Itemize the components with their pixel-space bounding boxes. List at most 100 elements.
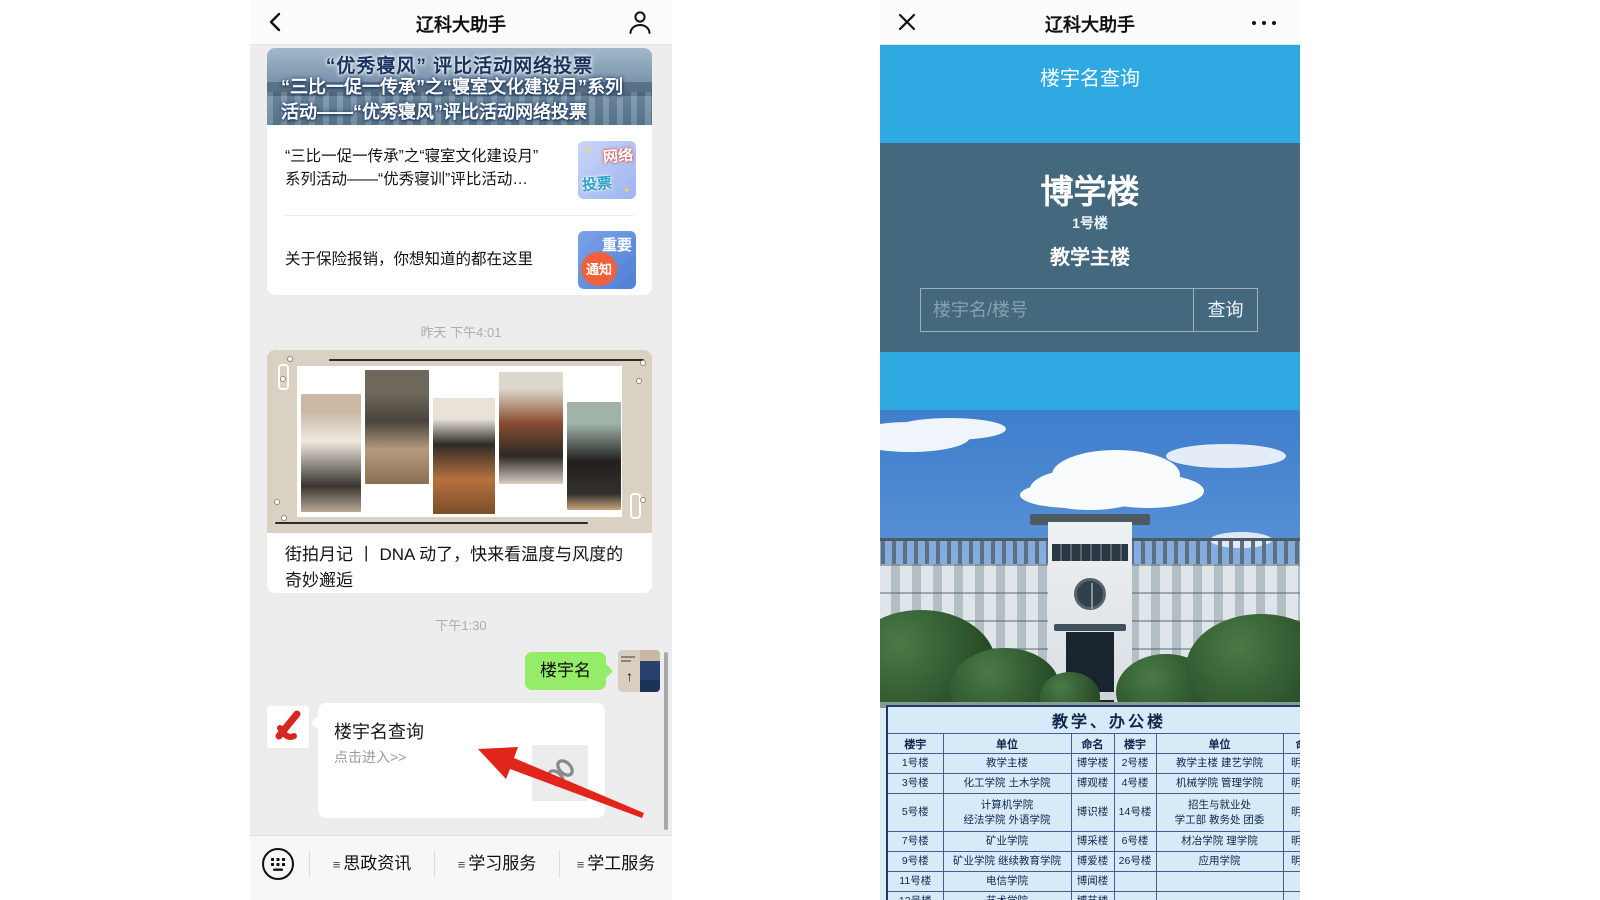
hero-subtitle-2: 活动——“优秀寝风”评比活动网络投票 bbox=[281, 98, 587, 124]
thumb-text: 重要 bbox=[602, 234, 632, 255]
table-cell: 博观楼 bbox=[1071, 774, 1114, 794]
webview-navbar: 辽科大助手 bbox=[880, 0, 1300, 45]
table-cell bbox=[1156, 872, 1283, 892]
building-search-input[interactable] bbox=[921, 289, 1193, 331]
table-cell: 1号楼 bbox=[887, 754, 943, 774]
notice-thumbnail: 重要 通知 bbox=[578, 231, 636, 289]
query-button[interactable]: 查询 bbox=[1193, 289, 1257, 331]
table-cell: 明礼楼 bbox=[1283, 852, 1300, 872]
table-cell: 明睿楼 bbox=[1283, 794, 1300, 832]
building-description: 教学主楼 bbox=[880, 241, 1300, 270]
table-cell: 9号楼 bbox=[887, 852, 943, 872]
photo-article-card[interactable]: 街拍月记 丨 DNA 动了，快来看温度与风度的奇妙邂逅 bbox=[267, 350, 652, 593]
table-title: 教学、办公楼 bbox=[887, 706, 1300, 734]
building-table: 教学、办公楼楼宇单位命名楼宇单位命名1号楼教学主楼博学楼2号楼教学主楼 建艺学院… bbox=[886, 705, 1300, 900]
profile-icon[interactable] bbox=[628, 10, 652, 35]
table-cell: 教学主楼 bbox=[943, 754, 1071, 774]
toolbar-menu-xuegong[interactable]: ≡学工服务 bbox=[560, 836, 672, 892]
article-list-item[interactable]: 关于保险报销，你想知道的都在这里 重要 通知 bbox=[267, 215, 652, 295]
article-item-title: 关于保险报销，你想知道的都在这里 bbox=[285, 248, 571, 271]
table-cell: 博闻楼 bbox=[1071, 872, 1114, 892]
article-list-item[interactable]: “三比一促一传承”之“寝室文化建设月” 系列活动——“优秀寝训”评比活动… ✦ … bbox=[267, 125, 652, 215]
chat-navbar: 辽科大助手 bbox=[250, 0, 672, 45]
table-cell: 博爱楼 bbox=[1071, 852, 1114, 872]
user-avatar[interactable]: ↑ bbox=[618, 650, 660, 692]
screenshot-stage: 辽科大助手 “优秀寝风” 评比活动网络投票 “三比一促一传承”之“寝室文化建设月… bbox=[0, 0, 1600, 900]
toolbar-menu-xuexi[interactable]: ≡学习服务 bbox=[435, 836, 559, 892]
star-icon: ✦ bbox=[584, 145, 592, 156]
table-cell: 5号楼 bbox=[887, 794, 943, 832]
page-title: 楼宇名查询 bbox=[880, 62, 1300, 91]
street-photo bbox=[499, 372, 563, 484]
table-header: 单位 bbox=[943, 734, 1071, 754]
divider bbox=[285, 215, 634, 216]
table-cell bbox=[1283, 892, 1300, 900]
query-result-panel: 博学楼 1号楼 教学主楼 查询 bbox=[880, 143, 1300, 352]
photo-article-caption: 街拍月记 丨 DNA 动了，快来看温度与风度的奇妙邂逅 bbox=[285, 542, 635, 593]
table-row: 7号楼矿业学院博采楼6号楼材冶学院 理学院明贤楼 bbox=[887, 832, 1300, 852]
table-header: 命名 bbox=[1283, 734, 1300, 754]
chat-scrollbar[interactable] bbox=[664, 652, 668, 830]
link-thumbnail bbox=[532, 745, 588, 801]
table-cell: 博识楼 bbox=[1071, 794, 1114, 832]
table-cell: 电信学院 bbox=[943, 872, 1071, 892]
table-cell: 明信楼 bbox=[1283, 774, 1300, 794]
table-cell: 博采楼 bbox=[1071, 832, 1114, 852]
table-cell: 教学主楼 建艺学院 bbox=[1156, 754, 1283, 774]
street-photo bbox=[301, 394, 361, 512]
reply-card-subtitle: 点击进入>> bbox=[334, 747, 406, 767]
keyboard-toggle-icon[interactable] bbox=[261, 847, 295, 881]
up-arrow-decoration: ↑ bbox=[626, 668, 633, 684]
page-header-band: 楼宇名查询 bbox=[880, 45, 1300, 143]
table-cell: 招生与就业处 学工部 教务处 团委 bbox=[1156, 794, 1283, 832]
table-cell: 4号楼 bbox=[1114, 774, 1156, 794]
street-photo bbox=[365, 370, 429, 484]
sent-message-row: 楼宇名 ↑ bbox=[250, 648, 672, 694]
table-cell: 机械学院 管理学院 bbox=[1156, 774, 1283, 794]
reply-card-title: 楼宇名查询 bbox=[334, 718, 424, 744]
table-cell: 明贤楼 bbox=[1283, 832, 1300, 852]
article-item-title: “三比一促一传承”之“寝室文化建设月” 系列活动——“优秀寝训”评比活动… bbox=[285, 145, 571, 191]
table-cell: 13号楼 bbox=[887, 892, 943, 900]
table-header: 楼宇 bbox=[887, 734, 943, 754]
table-cell: 博学楼 bbox=[1071, 754, 1114, 774]
vote-thumbnail: ✦ 网络 投票 ✦ bbox=[578, 141, 636, 199]
street-photo bbox=[433, 398, 495, 514]
film-strip-image bbox=[267, 350, 652, 533]
campus-photo bbox=[880, 410, 1300, 702]
table-row: 5号楼计算机学院 经法学院 外语学院博识楼14号楼招生与就业处 学工部 教务处 … bbox=[887, 794, 1300, 832]
table-cell: 2号楼 bbox=[1114, 754, 1156, 774]
article-card[interactable]: “优秀寝风” 评比活动网络投票 “三比一促一传承”之“寝室文化建设月”系列 活动… bbox=[267, 48, 652, 295]
building-query-screen: 辽科大助手 楼宇名查询 博学楼 1号楼 教学主楼 查询 bbox=[880, 0, 1300, 900]
table-header: 楼宇 bbox=[1114, 734, 1156, 754]
chat-toolbar: ≡思政资讯 ≡学习服务 ≡学工服务 bbox=[250, 835, 672, 900]
street-photo bbox=[567, 402, 621, 510]
table-cell: 化工学院 土木学院 bbox=[943, 774, 1071, 794]
table-cell: 11号楼 bbox=[887, 872, 943, 892]
table-row: 3号楼化工学院 土木学院博观楼4号楼机械学院 管理学院明信楼 bbox=[887, 774, 1300, 794]
timestamp: 昨天 下午4:01 bbox=[250, 322, 672, 341]
search-bar: 查询 bbox=[920, 288, 1258, 332]
table-cell: 明德楼 bbox=[1283, 754, 1300, 774]
star-icon: ✦ bbox=[623, 186, 630, 195]
article-hero-image[interactable]: “优秀寝风” 评比活动网络投票 “三比一促一传承”之“寝室文化建设月”系列 活动… bbox=[267, 48, 652, 125]
building-name: 博学楼 bbox=[880, 165, 1300, 213]
table-cell: 矿业学院 bbox=[943, 832, 1071, 852]
more-options-icon[interactable] bbox=[1252, 21, 1280, 25]
hero-subtitle-1: “三比一促一传承”之“寝室文化建设月”系列 bbox=[281, 73, 623, 99]
bot-avatar[interactable] bbox=[267, 706, 309, 748]
building-clock-emblem bbox=[1074, 578, 1106, 610]
table-header: 命名 bbox=[1071, 734, 1114, 754]
thumb-text: 网络 bbox=[602, 144, 634, 168]
table-cell: 26号楼 bbox=[1114, 852, 1156, 872]
sent-message-bubble[interactable]: 楼宇名 bbox=[525, 652, 606, 690]
chain-link-icon bbox=[541, 754, 579, 792]
webview-title: 辽科大助手 bbox=[880, 11, 1300, 37]
building-number: 1号楼 bbox=[880, 213, 1300, 233]
menu-icon: ≡ bbox=[333, 857, 341, 872]
reply-link-card[interactable]: 楼宇名查询 点击进入>> bbox=[318, 703, 605, 818]
table-cell: 6号楼 bbox=[1114, 832, 1156, 852]
toolbar-menu-sizheng[interactable]: ≡思政资讯 bbox=[310, 836, 434, 892]
thumb-text: 通知 bbox=[586, 259, 612, 278]
table-row: 9号楼矿业学院 继续教育学院博爱楼26号楼应用学院明礼楼 bbox=[887, 852, 1300, 872]
